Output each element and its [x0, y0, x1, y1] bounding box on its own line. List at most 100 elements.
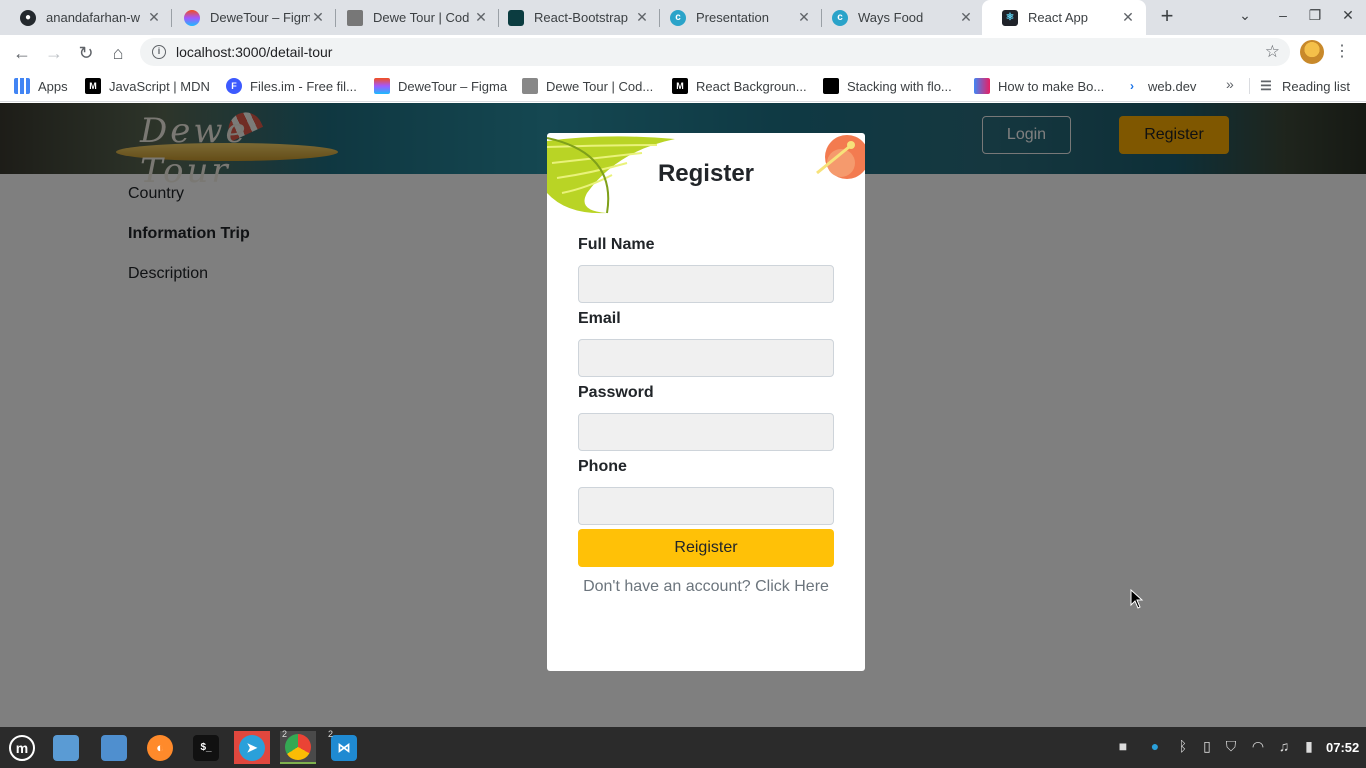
- clock[interactable]: 07:52: [1326, 740, 1359, 755]
- bookmark-label: Dewe Tour | Cod...: [546, 78, 654, 94]
- bookmark-files-im[interactable]: F Files.im - Free fil...: [226, 76, 357, 96]
- close-icon[interactable]: ✕: [473, 9, 489, 26]
- forward-arrow-icon[interactable]: →: [41, 40, 67, 66]
- register-modal: Register Full Name Email Password Phone …: [547, 133, 865, 671]
- close-icon[interactable]: ✕: [634, 9, 650, 26]
- url-text: localhost:3000/detail-tour: [176, 44, 333, 60]
- tab-title: Dewe Tour | Cod: [373, 10, 470, 25]
- tab-search-chevron-icon[interactable]: ⌄: [1235, 7, 1255, 24]
- sound-icon[interactable]: ♫: [1275, 738, 1293, 754]
- kebab-menu-icon[interactable]: ⋮: [1334, 40, 1350, 64]
- react-bootstrap-icon: [508, 9, 524, 26]
- modal-title: Register: [657, 160, 755, 187]
- tab-github[interactable]: ● anandafarhan-w ✕: [0, 0, 172, 35]
- bookmark-stacking[interactable]: Stacking with flo...: [823, 76, 952, 96]
- profile-avatar[interactable]: [1300, 40, 1324, 64]
- terminal-icon[interactable]: $_: [188, 731, 224, 764]
- folder-icon[interactable]: [96, 731, 132, 764]
- web-dev-icon: ›: [1124, 78, 1140, 94]
- tab-react-bootstrap[interactable]: React-Bootstrap ✕: [488, 0, 660, 35]
- bookmark-mdn[interactable]: M JavaScript | MDN: [85, 76, 210, 96]
- mint-menu-icon[interactable]: m: [4, 731, 40, 764]
- bookmark-web-dev[interactable]: › web.dev: [1124, 76, 1196, 96]
- full-name-field[interactable]: [578, 265, 834, 303]
- phone-label: Phone: [578, 458, 627, 475]
- password-field[interactable]: [578, 413, 834, 451]
- site-info-icon[interactable]: i: [152, 45, 166, 59]
- firefox-logo-icon: ◐: [147, 734, 173, 761]
- github-icon: ●: [20, 9, 36, 26]
- bookmark-icon: [823, 78, 839, 94]
- bookmark-how-to-make[interactable]: How to make Bo...: [974, 76, 1104, 96]
- window-close-icon[interactable]: ✕: [1338, 7, 1358, 24]
- bookmark-codepen[interactable]: Dewe Tour | Cod...: [522, 76, 653, 96]
- tab-presentation[interactable]: c Presentation ✕: [650, 0, 822, 35]
- firefox-icon[interactable]: ◐: [142, 731, 178, 764]
- tab-title: anandafarhan-w: [46, 10, 140, 25]
- clipboard-icon[interactable]: ▯: [1198, 738, 1216, 755]
- back-arrow-icon[interactable]: ←: [9, 40, 35, 66]
- submit-register-button[interactable]: Reigister: [578, 529, 834, 567]
- home-icon[interactable]: ⌂: [105, 40, 131, 66]
- email-field[interactable]: [578, 339, 834, 377]
- bookmarks-bar: Apps M JavaScript | MDN F Files.im - Fre…: [0, 70, 1366, 102]
- tab-figma[interactable]: DeweTour – Figm ✕: [164, 0, 336, 35]
- bookmark-apps[interactable]: Apps: [14, 76, 68, 96]
- bookmark-figma[interactable]: DeweTour – Figma: [374, 76, 507, 96]
- close-icon[interactable]: ✕: [958, 9, 974, 26]
- password-label: Password: [578, 384, 654, 401]
- vscode-icon[interactable]: 2 ⋈: [326, 729, 362, 764]
- switch-to-login-link[interactable]: Don't have an account? Click Here: [578, 575, 834, 599]
- camera-icon[interactable]: ■: [1114, 738, 1132, 754]
- tab-title: DeweTour – Figm: [210, 10, 310, 25]
- folder-icon: [53, 734, 79, 761]
- bookmark-icon: [974, 78, 990, 94]
- bookmark-react-background[interactable]: M React Backgroun...: [672, 76, 807, 96]
- bookmark-label: How to make Bo...: [998, 78, 1105, 94]
- email-label: Email: [578, 310, 621, 327]
- figma-icon: [374, 78, 390, 94]
- close-icon[interactable]: ✕: [146, 9, 162, 26]
- battery-icon[interactable]: ▮: [1300, 738, 1318, 755]
- bookmark-label: DeweTour – Figma: [398, 78, 508, 94]
- telegram-icon[interactable]: ➤: [234, 731, 270, 764]
- close-icon[interactable]: ✕: [310, 9, 326, 26]
- tab-react-app[interactable]: ⚛ React App ✕: [982, 0, 1146, 35]
- bookmark-label: JavaScript | MDN: [109, 78, 210, 94]
- page-viewport: Dewe Tour Login Register Country Informa…: [0, 103, 1366, 727]
- new-tab-button[interactable]: +: [1156, 5, 1178, 29]
- apps-grid-icon: [14, 78, 30, 94]
- figma-icon: [184, 9, 200, 26]
- minimize-icon[interactable]: –: [1273, 7, 1293, 23]
- tab-title: Ways Food: [858, 10, 924, 25]
- browser-toolbar: ← → ↻ ⌂ i localhost:3000/detail-tour ☆: [0, 35, 1366, 70]
- shield-icon[interactable]: ⛉: [1222, 738, 1240, 755]
- close-icon[interactable]: ✕: [1120, 9, 1136, 26]
- browser-tab-strip: ● anandafarhan-w ✕ DeweTour – Figm ✕ Dew…: [0, 0, 1366, 35]
- maximize-icon[interactable]: ❐: [1305, 7, 1325, 24]
- tab-ways-food[interactable]: c Ways Food ✕: [812, 0, 984, 35]
- close-icon[interactable]: ✕: [796, 9, 812, 26]
- mint-logo-icon: m: [9, 734, 35, 761]
- bookmark-star-icon[interactable]: ☆: [1265, 42, 1280, 62]
- reload-icon[interactable]: ↻: [73, 40, 99, 66]
- files-icon[interactable]: [48, 731, 84, 764]
- canva-icon: c: [670, 9, 686, 26]
- chrome-icon[interactable]: 2: [280, 729, 316, 764]
- bookmarks-overflow-chevron[interactable]: »: [1226, 76, 1234, 92]
- chrome-logo-icon: [285, 733, 311, 760]
- telegram-tray-icon[interactable]: ●: [1146, 738, 1164, 754]
- full-name-label: Full Name: [578, 236, 655, 253]
- folder-icon: [101, 734, 127, 761]
- bookmark-label: React Backgroun...: [696, 78, 807, 94]
- wifi-icon[interactable]: ◠: [1249, 738, 1267, 755]
- reading-list-button[interactable]: ☰ Reading list: [1258, 76, 1350, 96]
- codepen-icon: [522, 78, 538, 94]
- window-count-badge: 2: [328, 729, 334, 739]
- tab-title: React App: [1028, 10, 1088, 25]
- tab-codepen[interactable]: Dewe Tour | Cod ✕: [327, 0, 499, 35]
- bluetooth-icon[interactable]: ᛒ: [1174, 738, 1192, 754]
- phone-field[interactable]: [578, 487, 834, 525]
- tab-title: Presentation: [696, 10, 769, 25]
- address-bar[interactable]: i localhost:3000/detail-tour ☆: [140, 38, 1290, 66]
